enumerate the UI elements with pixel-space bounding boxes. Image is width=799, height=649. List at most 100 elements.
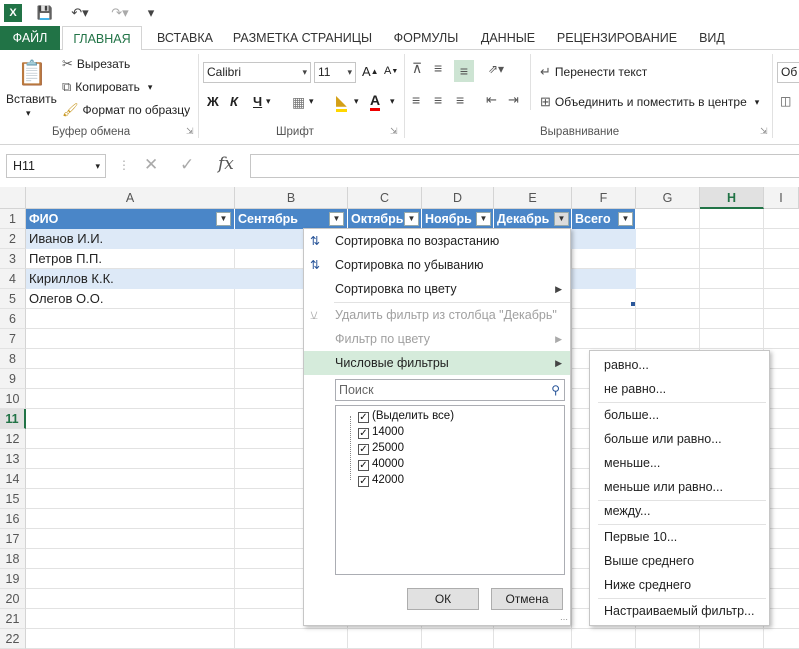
row-header[interactable]: 21 <box>0 609 26 629</box>
row-header[interactable]: 18 <box>0 549 26 569</box>
redo-icon[interactable]: ↷▾ <box>106 4 134 22</box>
increase-indent-icon[interactable]: ⇥ <box>508 92 519 108</box>
column-header[interactable]: I <box>764 187 799 209</box>
row-header[interactable]: 20 <box>0 589 26 609</box>
column-header[interactable]: C <box>348 187 422 209</box>
row-header[interactable]: 5 <box>0 289 26 309</box>
column-header[interactable]: F <box>572 187 636 209</box>
row-header[interactable]: 9 <box>0 369 26 389</box>
insert-function-icon[interactable]: fx <box>218 154 234 174</box>
column-header[interactable]: B <box>235 187 348 209</box>
filter-value-item[interactable]: ✓ 42000 <box>358 472 404 488</box>
font-color-icon[interactable]: A <box>370 92 381 111</box>
submenu-item[interactable]: меньше... <box>590 451 769 475</box>
filter-value-item[interactable]: ✓ 25000 <box>358 440 404 456</box>
currency-icon[interactable]: ◫ <box>780 94 791 108</box>
row-header[interactable]: 17 <box>0 529 26 549</box>
table-cell[interactable]: Кириллов К.К. <box>26 269 114 289</box>
row-header-selected[interactable]: 11 <box>0 409 26 429</box>
borders-dropdown-icon[interactable]: ▾ <box>309 96 314 107</box>
cut-button[interactable]: ✂ Вырезать <box>62 56 130 72</box>
tab-review[interactable]: РЕЦЕНЗИРОВАНИЕ <box>552 26 682 50</box>
formula-input[interactable] <box>250 154 799 178</box>
borders-icon[interactable]: ▦ <box>292 94 305 111</box>
font-size-select[interactable]: 11 ▾ <box>314 62 356 83</box>
font-name-select[interactable]: Calibri ▾ <box>203 62 311 83</box>
table-resize-handle[interactable] <box>631 302 635 306</box>
column-header[interactable]: E <box>494 187 572 209</box>
select-all-corner[interactable] <box>0 187 26 209</box>
ok-button[interactable]: ОК <box>407 588 479 610</box>
column-header[interactable]: G <box>636 187 700 209</box>
align-top-icon[interactable]: ⊼ <box>412 60 422 77</box>
cancel-icon[interactable]: ✕ <box>144 155 158 175</box>
cancel-button[interactable]: Отмена <box>491 588 563 610</box>
submenu-item[interactable]: Выше среднего <box>590 549 769 573</box>
column-header-selected[interactable]: H <box>700 187 764 209</box>
row-header[interactable]: 10 <box>0 389 26 409</box>
row-header[interactable]: 3 <box>0 249 26 269</box>
resize-grip-icon[interactable]: ⋯ <box>560 615 568 624</box>
column-header[interactable]: A <box>26 187 235 209</box>
fill-dropdown-icon[interactable]: ▾ <box>354 96 359 107</box>
clipboard-launcher-icon[interactable]: ⇲ <box>186 126 194 137</box>
bold-button[interactable]: Ж <box>207 94 219 109</box>
filter-value-item[interactable]: ✓ 14000 <box>358 424 404 440</box>
row-header[interactable]: 2 <box>0 229 26 249</box>
align-middle-icon[interactable]: ≡ <box>434 60 442 76</box>
tab-data[interactable]: ДАННЫЕ <box>476 26 540 50</box>
filter-value-item[interactable]: ✓ (Выделить все) <box>358 408 454 424</box>
align-right-icon[interactable]: ≡ <box>456 92 464 108</box>
underline-button[interactable]: Ч <box>253 94 262 109</box>
table-cell[interactable]: Олегов О.О. <box>26 289 103 309</box>
row-header[interactable]: 14 <box>0 469 26 489</box>
filter-value-item[interactable]: ✓ 40000 <box>358 456 404 472</box>
submenu-item[interactable]: больше или равно... <box>590 427 769 451</box>
align-center-icon[interactable]: ≡ <box>434 92 442 108</box>
submenu-item[interactable]: между... <box>590 499 769 523</box>
row-header[interactable]: 16 <box>0 509 26 529</box>
row-header[interactable]: 6 <box>0 309 26 329</box>
decrease-font-icon[interactable]: A ▼ <box>384 65 398 77</box>
row-header[interactable]: 22 <box>0 629 26 649</box>
alignment-launcher-icon[interactable]: ⇲ <box>760 126 768 137</box>
column-header[interactable]: D <box>422 187 494 209</box>
undo-icon[interactable]: ↶▾ <box>66 4 94 22</box>
customize-icon[interactable]: ▾ <box>144 4 158 22</box>
filter-dropdown-icon[interactable]: ▼ <box>216 212 231 226</box>
increase-font-icon[interactable]: A ▲ <box>362 64 379 79</box>
copy-button[interactable]: ⧉ Копировать ▾ <box>62 79 152 95</box>
name-box[interactable]: H11 ▾ <box>6 154 106 178</box>
filter-search-input[interactable]: Поиск ⚲ <box>335 379 565 401</box>
submenu-item[interactable]: меньше или равно... <box>590 475 769 499</box>
wrap-text-button[interactable]: ↵ Перенести текст <box>540 64 647 80</box>
paste-icon[interactable]: 📋 <box>14 56 50 90</box>
underline-dropdown-icon[interactable]: ▾ <box>266 96 271 107</box>
save-icon[interactable]: 💾 <box>36 4 54 22</box>
filter-dropdown-icon[interactable]: ▼ <box>476 212 491 226</box>
tab-insert[interactable]: ВСТАВКА <box>150 26 220 50</box>
row-header[interactable]: 7 <box>0 329 26 349</box>
row-header[interactable]: 4 <box>0 269 26 289</box>
table-cell[interactable]: Петров П.П. <box>26 249 102 269</box>
font-color-dropdown-icon[interactable]: ▾ <box>390 96 395 107</box>
italic-button[interactable]: К <box>230 94 238 109</box>
fill-color-icon[interactable]: ◣ <box>336 92 347 112</box>
tab-home[interactable]: ГЛАВНАЯ <box>62 26 142 51</box>
sort-descending-item[interactable]: ⇅ Сортировка по убыванию <box>304 253 570 277</box>
filter-active-icon[interactable]: ▼ <box>554 212 569 226</box>
sort-by-color-item[interactable]: Сортировка по цвету ▶ <box>304 277 570 301</box>
format-painter-button[interactable]: 🖌 Формат по образцу <box>62 102 190 118</box>
tab-formulas[interactable]: ФОРМУЛЫ <box>386 26 466 50</box>
tab-file[interactable]: ФАЙЛ <box>0 26 60 50</box>
filter-dropdown-icon[interactable]: ▼ <box>329 212 344 226</box>
number-format-select[interactable]: Об <box>777 62 799 83</box>
row-header[interactable]: 12 <box>0 429 26 449</box>
filter-dropdown-icon[interactable]: ▼ <box>618 212 633 226</box>
submenu-item[interactable]: Ниже среднего <box>590 573 769 597</box>
number-filters-item[interactable]: Числовые фильтры ▶ <box>304 351 570 375</box>
paste-button[interactable]: Вставить <box>6 92 57 106</box>
sort-ascending-item[interactable]: ⇅ Сортировка по возрастанию <box>304 229 570 253</box>
table-cell[interactable]: Иванов И.И. <box>26 229 103 249</box>
enter-icon[interactable]: ✓ <box>180 155 194 175</box>
